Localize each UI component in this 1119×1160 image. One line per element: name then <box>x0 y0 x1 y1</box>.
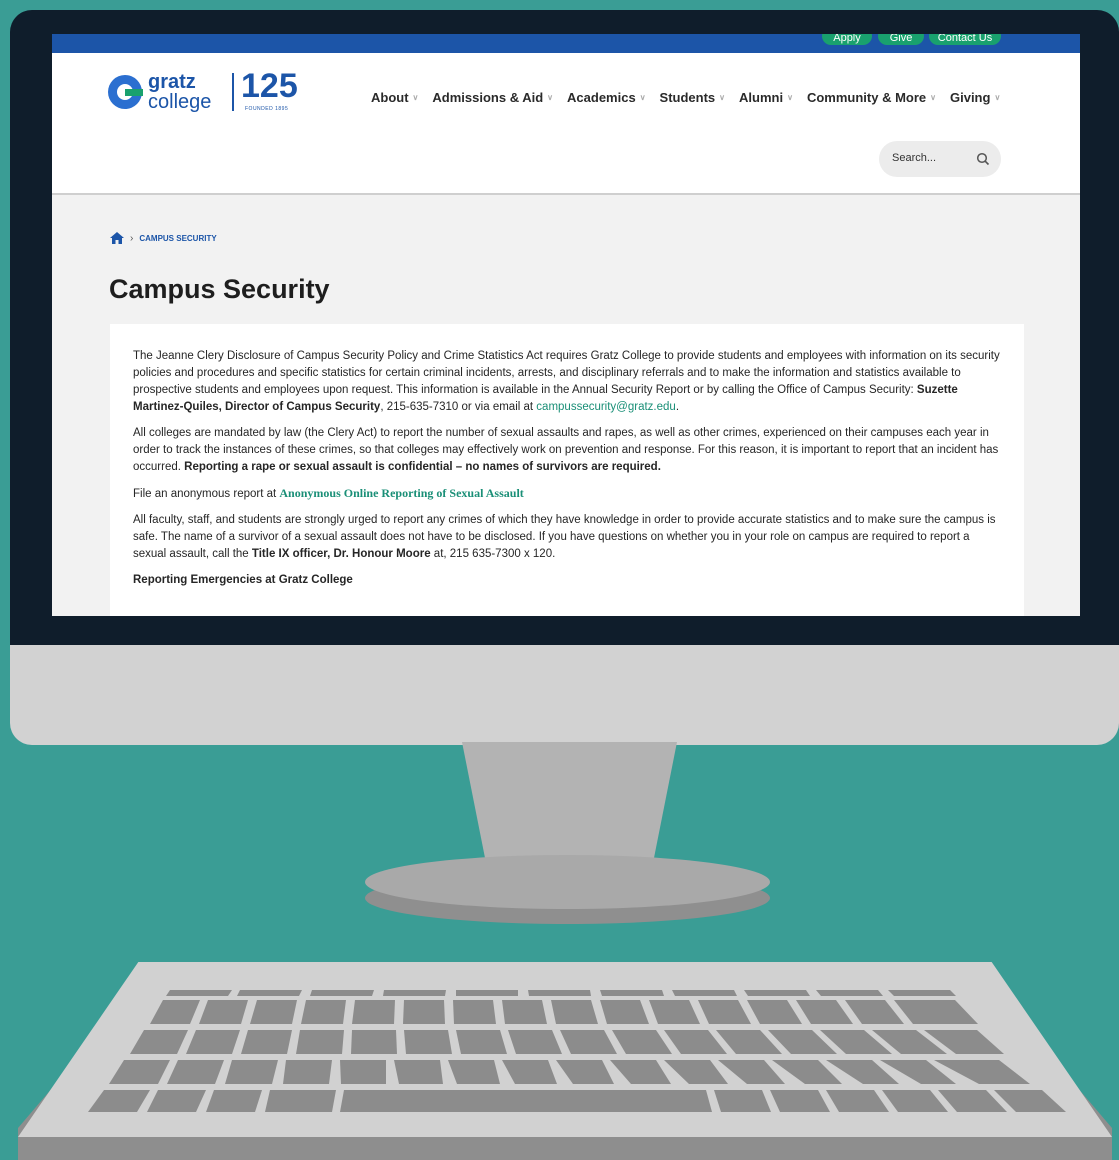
nav-community-more[interactable]: Community & More ∨ <box>807 90 936 105</box>
gratz-logo-icon <box>108 75 143 109</box>
anonymous-report-link[interactable]: Anonymous Online Reporting of Sexual Ass… <box>279 486 523 500</box>
search-input[interactable]: Search... <box>879 141 1001 177</box>
page-title: Campus Security <box>109 274 330 304</box>
nav-about[interactable]: About ∨ <box>371 90 418 105</box>
chevron-down-icon: ∨ <box>719 93 726 102</box>
breadcrumb: › CAMPUS SECURITY <box>110 232 217 244</box>
nav-academics[interactable]: Academics ∨ <box>567 90 646 105</box>
nav-label: Giving <box>949 90 991 105</box>
apply-button[interactable]: Apply <box>822 34 872 45</box>
logo-word-college: college <box>148 91 212 113</box>
give-button[interactable]: Give <box>878 34 924 45</box>
chevron-down-icon: ∨ <box>412 93 419 102</box>
nav-label: Students <box>659 90 716 105</box>
nav-label: Alumni <box>739 90 784 105</box>
screen: Apply Give Contact Us gratz college 125 … <box>52 34 1080 616</box>
nav-label: Academics <box>567 90 636 105</box>
paragraph-mandate: All colleges are mandated by law (the Cl… <box>133 425 1003 476</box>
search-icon[interactable] <box>976 152 990 166</box>
nav-students[interactable]: Students ∨ <box>660 90 725 105</box>
chevron-down-icon: ∨ <box>994 93 1001 102</box>
nav-giving[interactable]: Giving ∨ <box>950 90 1000 105</box>
logo-divider <box>232 73 234 111</box>
logo-125: 125 <box>241 67 298 105</box>
paragraph-urge-report: All faculty, staff, and students are str… <box>133 512 1003 563</box>
content-panel: The Jeanne Clery Disclosure of Campus Se… <box>110 324 1024 616</box>
search-placeholder: Search... <box>892 152 937 164</box>
nav-label: Admissions & Aid <box>432 90 544 105</box>
chevron-down-icon: ∨ <box>547 93 554 102</box>
article-body: The Jeanne Clery Disclosure of Campus Se… <box>133 348 1003 598</box>
paragraph-anonymous-report: File an anonymous report at Anonymous On… <box>133 485 1003 503</box>
text: at, 215 635-7300 x 120. <box>430 548 556 560</box>
confidential-note: Reporting a rape or sexual assault is co… <box>184 461 661 473</box>
site-header: gratz college 125 FOUNDED 1895 About ∨ Ad… <box>52 53 1080 195</box>
text: File an anonymous report at <box>133 488 280 500</box>
nav-label: About <box>371 90 409 105</box>
text: , 215-635-7310 or via email at <box>380 401 537 413</box>
nav-alumni[interactable]: Alumni ∨ <box>739 90 793 105</box>
breadcrumb-current: CAMPUS SECURITY <box>139 233 217 243</box>
contact-us-button[interactable]: Contact Us <box>929 34 1001 45</box>
text: The Jeanne Clery Disclosure of Campus Se… <box>133 350 1000 396</box>
email-link[interactable]: campussecurity@gratz.edu <box>536 401 676 413</box>
top-utility-bar: Apply Give Contact Us <box>52 34 1080 53</box>
chevron-down-icon: ∨ <box>787 93 793 102</box>
logo-founded: FOUNDED 1895 <box>245 106 289 112</box>
title-ix-officer: Title IX officer, Dr. Honour Moore <box>251 548 431 560</box>
chevron-down-icon: ∨ <box>930 93 936 102</box>
gratz-college-logo[interactable]: gratz college 125 FOUNDED 1895 <box>108 67 308 117</box>
main-nav: About ∨ Admissions & Aid ∨ Academics ∨ Stud… <box>371 90 1014 105</box>
nav-label: Community & More <box>806 90 927 105</box>
paragraph-clery-act: The Jeanne Clery Disclosure of Campus Se… <box>133 348 1003 416</box>
text: . <box>675 401 680 413</box>
breadcrumb-separator: › <box>130 232 134 244</box>
nav-admissions-aid[interactable]: Admissions & Aid ∨ <box>432 90 553 105</box>
home-icon[interactable] <box>110 232 124 244</box>
section-heading-emergencies: Reporting Emergencies at Gratz College <box>133 574 353 586</box>
chevron-down-icon: ∨ <box>639 93 646 102</box>
